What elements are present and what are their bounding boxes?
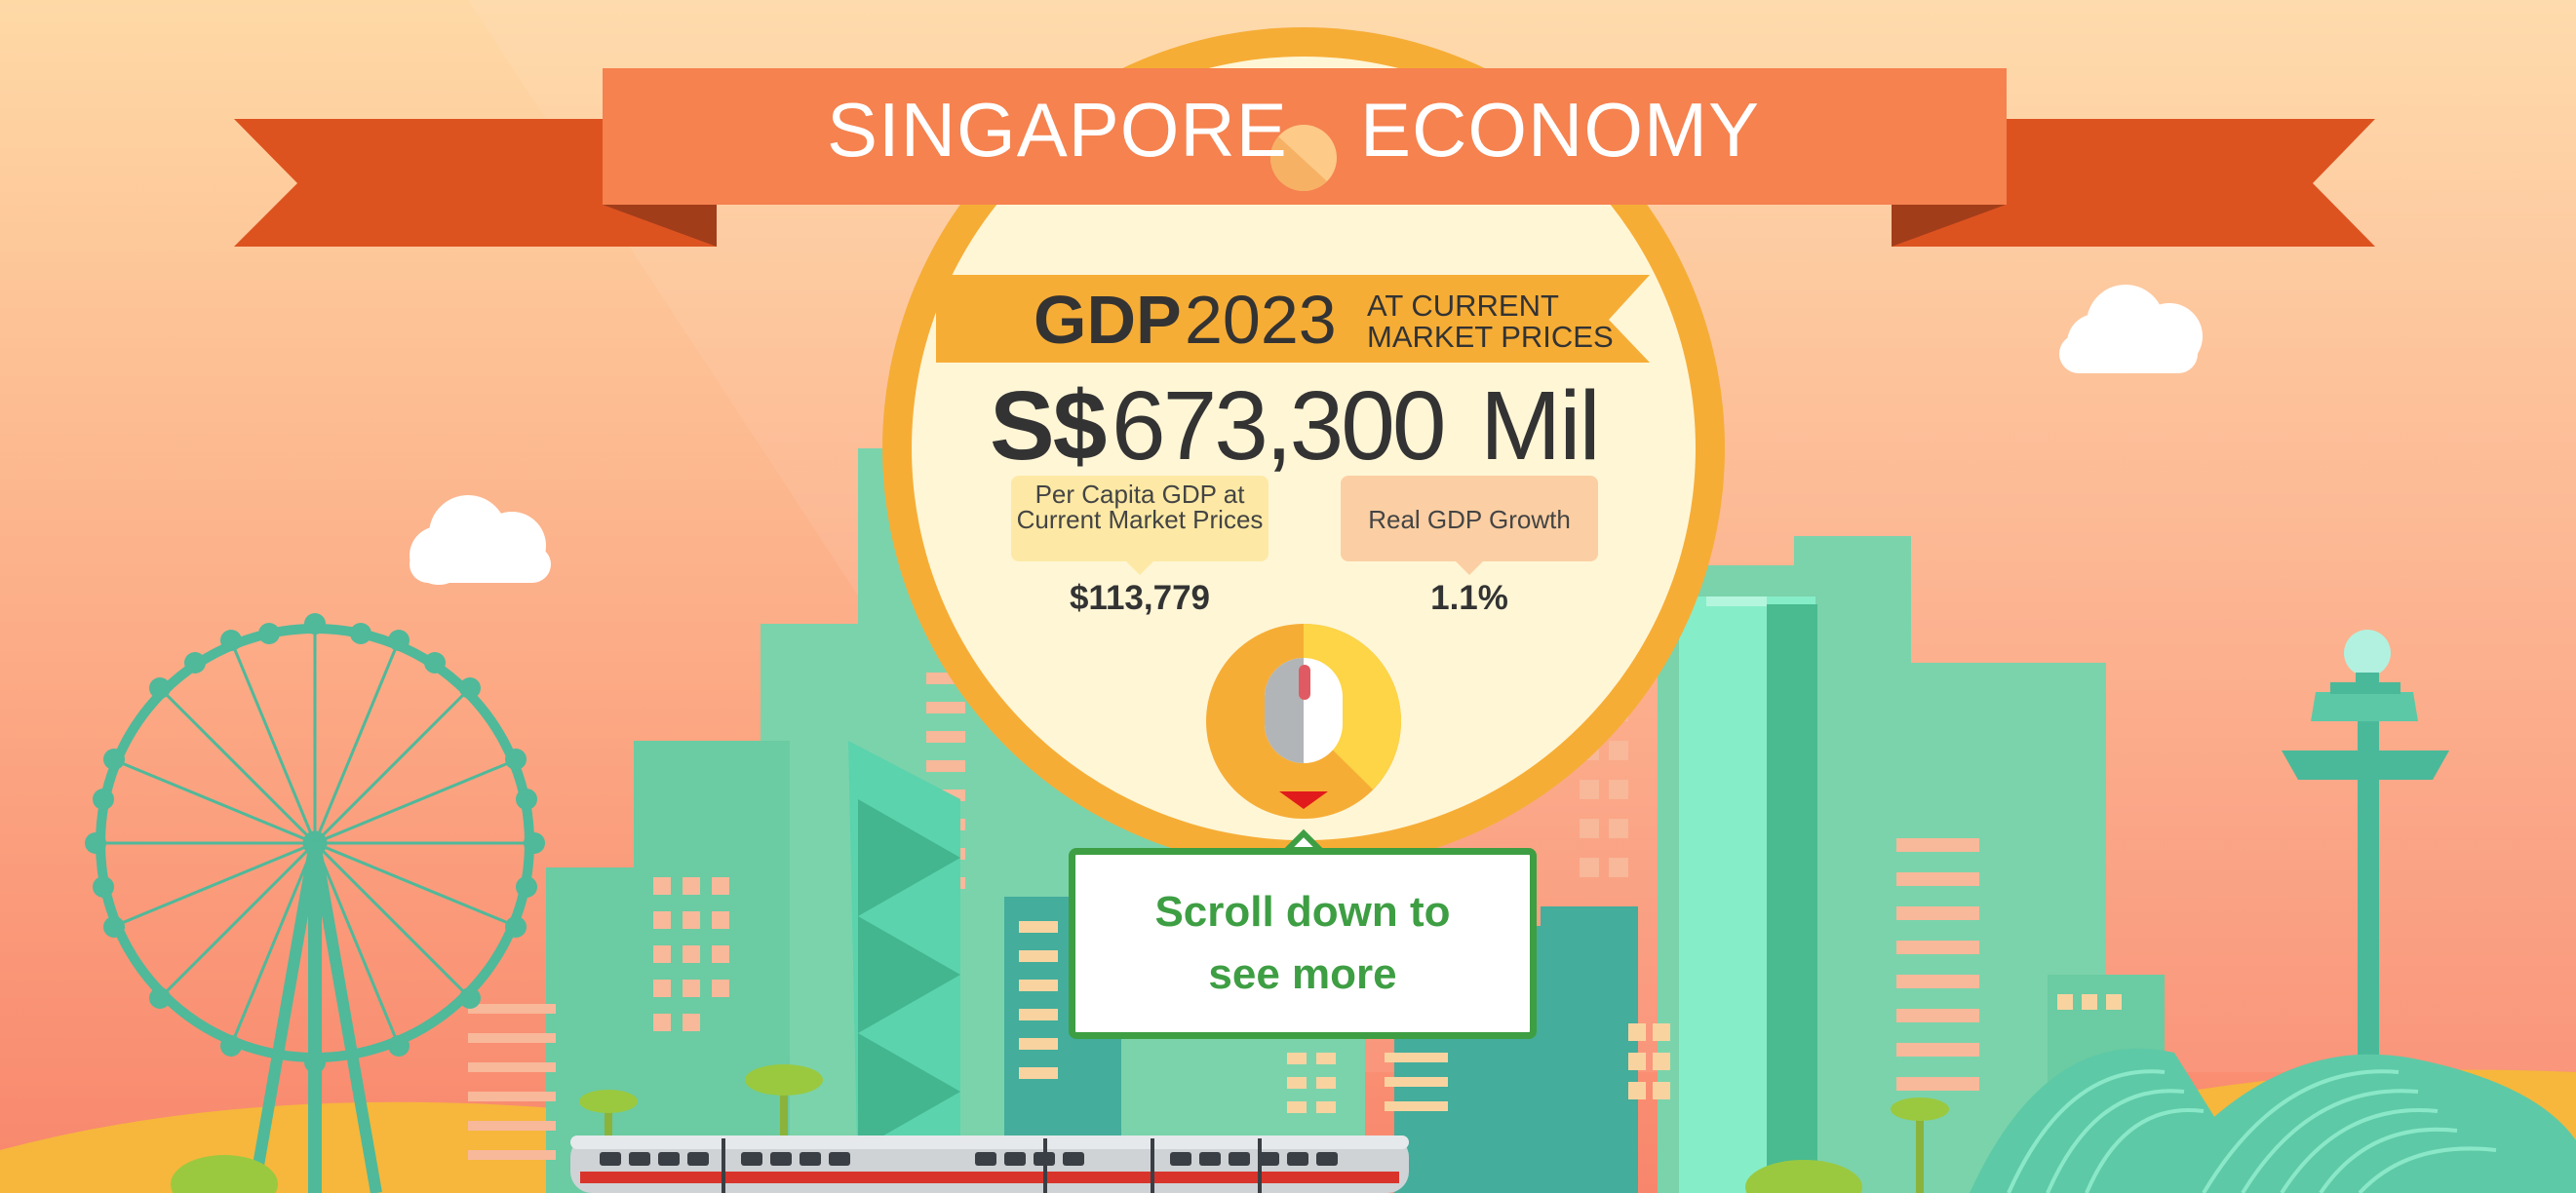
mrt-train [570, 1135, 1409, 1193]
gdp-currency: S$ [990, 371, 1107, 481]
gdp-note-line1: AT CURRENT [1367, 289, 1559, 323]
title-economy: ECONOMY [1360, 87, 1761, 173]
gdp-year: 2023 [1185, 282, 1337, 358]
growth-value: 1.1% [1430, 579, 1508, 617]
title-singapore: SINGAPORE [827, 87, 1288, 173]
gdp-value: 673,300 [1112, 371, 1446, 481]
gdp-note-line2: MARKET PRICES [1367, 320, 1614, 354]
growth-label: Real GDP Growth [1368, 505, 1571, 534]
gdp-unit: Mil [1480, 371, 1601, 481]
per-capita-value: $113,779 [1069, 579, 1211, 617]
gdp-label: GDP [1034, 282, 1182, 358]
scroll-down-callout[interactable]: Scroll down to see more [1069, 848, 1537, 1039]
mouse-icon [1206, 624, 1401, 819]
per-capita-label: Per Capita GDP at Current Market Prices [1016, 480, 1264, 534]
scroll-down-text: Scroll down to see more [1154, 888, 1451, 998]
